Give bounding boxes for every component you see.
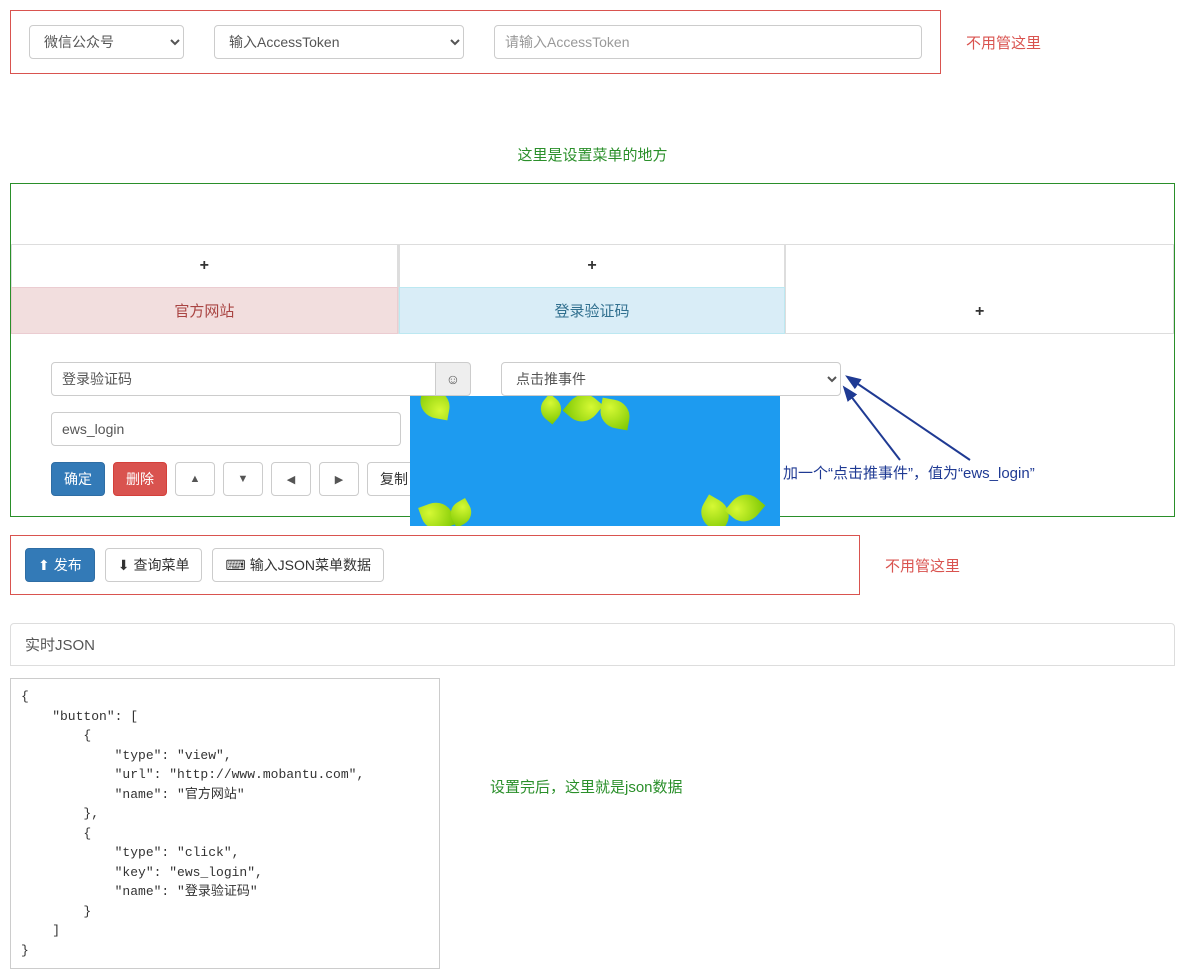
menu-tab-1[interactable]: 官方网站 [11,287,398,334]
top-row: 微信公众号 输入AccessToken 不用管这里 [10,10,1175,74]
event-type-select[interactable]: 点击推事件 [501,362,841,396]
chevron-right-icon: ▶ [335,473,343,486]
move-left-button[interactable]: ◀ [271,462,311,496]
token-mode-select[interactable]: 输入AccessToken [214,25,464,59]
json-note: 设置完后，这里就是json数据 [490,776,683,797]
action-row: ⬆发布 ⬇查询菜单 ⌨ 输入JSON菜单数据 不用管这里 [10,535,1175,595]
event-key-input[interactable] [51,412,401,446]
download-icon: ⬇ [118,557,130,574]
menu-col-2: + 登录验证码 [399,244,787,334]
overlay-decoration [410,396,780,526]
menu-col-1: + 官方网站 [11,244,399,334]
menu-name-group: ☺ [51,362,471,396]
json-panel-header: 实时JSON [10,623,1175,666]
add-submenu-button-2[interactable]: + [399,244,786,287]
move-down-button[interactable]: ▼ [223,462,263,496]
keyboard-icon: ⌨ [225,557,245,574]
top-inputs-box: 微信公众号 输入AccessToken [10,10,941,74]
smile-icon: ☺ [446,371,460,387]
input-json-button[interactable]: ⌨ 输入JSON菜单数据 [212,548,384,582]
chevron-left-icon: ◀ [287,473,295,486]
add-submenu-button-1[interactable]: + [11,244,398,287]
annotation-text: 加一个“点击推事件”，值为“ews_login” [783,462,1035,483]
upload-icon: ⬆ [38,557,50,574]
top-note: 不用管这里 [966,32,1041,53]
action-box: ⬆发布 ⬇查询菜单 ⌨ 输入JSON菜单数据 [10,535,860,595]
menu-name-input[interactable] [51,362,436,396]
chevron-up-icon: ▲ [190,473,201,485]
add-menu-button[interactable]: + [786,244,1174,334]
menu-section-note: 这里是设置菜单的地方 [0,144,1185,165]
ok-button[interactable]: 确定 [51,462,105,496]
publish-label: 发布 [54,555,82,575]
json-output: { "button": [ { "type": "view", "url": "… [10,678,440,969]
plus-icon: + [587,257,596,274]
json-row: { "button": [ { "type": "view", "url": "… [10,666,1175,969]
edit-row: ☺ 点击推事件 [11,334,1174,404]
publish-button[interactable]: ⬆发布 [25,548,95,582]
access-token-input[interactable] [494,25,922,59]
input-json-label: 输入JSON菜单数据 [250,555,371,575]
query-menu-button[interactable]: ⬇查询菜单 [105,548,203,582]
menu-tab-2[interactable]: 登录验证码 [399,287,786,334]
plus-icon: + [975,303,984,321]
delete-button[interactable]: 删除 [113,462,167,496]
emoji-button[interactable]: ☺ [436,362,471,396]
move-right-button[interactable]: ▶ [319,462,359,496]
plus-icon: + [200,257,209,274]
move-up-button[interactable]: ▲ [175,462,215,496]
action-note: 不用管这里 [885,555,960,576]
account-type-select[interactable]: 微信公众号 [29,25,184,59]
chevron-down-icon: ▼ [238,473,249,485]
menu-tabs: + 官方网站 + 登录验证码 + [11,244,1174,334]
query-label: 查询菜单 [133,555,189,575]
